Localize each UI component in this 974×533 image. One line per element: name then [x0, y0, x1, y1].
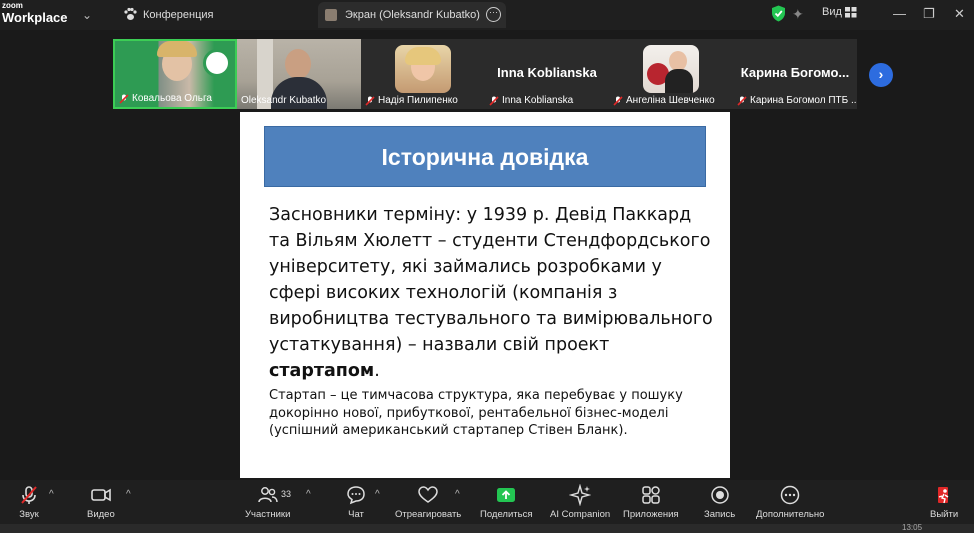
people-icon: [257, 487, 278, 503]
presenter-avatar: [325, 9, 337, 21]
participant-tile[interactable]: Ковальова Ольга: [113, 39, 237, 109]
conference-tab[interactable]: Конференция: [143, 9, 213, 21]
mic-muted-icon: [21, 486, 37, 504]
more-options-icon[interactable]: ···: [486, 7, 501, 22]
screen-tab-label: Экран (Oleksandr Kubatko): [345, 9, 480, 21]
chevron-up-icon[interactable]: ^: [49, 489, 54, 500]
chat-icon: [347, 486, 365, 505]
security-shield-icon[interactable]: [771, 5, 786, 22]
clock: 13:05: [902, 523, 923, 532]
sparkle-icon[interactable]: ✦: [792, 6, 804, 23]
video-camera-icon: [91, 488, 111, 502]
participant-name: Inna Koblianska: [489, 95, 573, 106]
mic-off-icon: [613, 95, 623, 106]
participant-tile[interactable]: Oleksandr Kubatko: [237, 39, 361, 109]
mic-off-icon: [489, 95, 499, 106]
participant-name: Карина Богомол ПТБ ...: [737, 95, 857, 106]
close-icon[interactable]: ✕: [954, 6, 965, 22]
slide-body: Засновники терміну: у 1939 р. Девід Пакк…: [269, 205, 713, 381]
chevron-up-icon[interactable]: ^: [375, 489, 380, 500]
ai-companion-button[interactable]: AI Companion: [550, 484, 610, 520]
participant-tile[interactable]: Ангеліна Шевченко: [609, 39, 733, 109]
sparkle-icon: [569, 484, 592, 506]
participant-tile[interactable]: Надія Пилипенко: [361, 39, 485, 109]
participant-avatar: [395, 45, 451, 93]
grid-view-icon[interactable]: [845, 7, 857, 18]
chat-button[interactable]: Чат: [344, 484, 368, 520]
presentation-slide: Історична довідка Засновники терміну: у …: [240, 112, 730, 478]
participant-hair: [157, 41, 197, 57]
title-bar: zoom Workplace ⌄ Конференция Экран (Olek…: [0, 0, 974, 30]
leave-door-icon: [938, 487, 949, 504]
view-button[interactable]: Вид: [822, 6, 842, 18]
paw-icon: [124, 7, 137, 20]
apps-icon: [642, 486, 660, 504]
heart-icon: [418, 486, 438, 503]
participant-display-name: Inna Koblianska: [497, 65, 597, 80]
share-button[interactable]: Поделиться: [480, 484, 532, 520]
brand-bottom: Workplace: [2, 10, 68, 25]
participant-face: [285, 49, 311, 79]
react-button[interactable]: Отреагировать: [395, 484, 461, 520]
participant-avatar: [643, 45, 699, 93]
mic-off-icon: [737, 95, 747, 106]
participant-name: Надія Пилипенко: [365, 95, 458, 106]
participants-count: 33: [281, 489, 292, 499]
slide-title: Історична довідка: [264, 126, 706, 187]
participant-tile[interactable]: Карина Богомо... Карина Богомол ПТБ ...: [733, 39, 857, 109]
shared-screen-stage: Історична довідка Засновники терміну: у …: [0, 112, 974, 480]
app-logo: zoom Workplace: [2, 1, 68, 25]
screen-share-tab[interactable]: Экран (Oleksandr Kubatko) ···: [318, 2, 506, 28]
more-button[interactable]: Дополнительно: [756, 484, 824, 520]
participant-name: Ковальова Ольга: [119, 93, 212, 104]
chevron-up-icon[interactable]: ^: [306, 489, 311, 500]
more-icon: [780, 485, 800, 505]
chevron-up-icon[interactable]: ^: [126, 489, 131, 500]
record-button[interactable]: Запись: [704, 484, 735, 520]
slide-highlight: стартапом: [269, 361, 375, 381]
restore-icon[interactable]: ❐: [923, 6, 935, 22]
minimize-icon[interactable]: —: [893, 6, 906, 21]
record-icon: [710, 486, 729, 504]
slide-note: Стартап – це тимчасова структура, яка пе…: [269, 388, 683, 438]
share-screen-icon: [497, 488, 516, 502]
meeting-toolbar: Звук ^ Видео ^ Участники 33 ^ Чат ^ Отре…: [0, 480, 974, 524]
audio-button[interactable]: Звук: [17, 484, 41, 520]
participant-display-name: Карина Богомо...: [740, 65, 850, 80]
mic-off-icon: [365, 95, 375, 106]
video-button[interactable]: Видео: [87, 484, 115, 520]
chevron-down-icon[interactable]: ⌄: [82, 8, 92, 22]
os-taskbar: 13:05: [0, 524, 974, 533]
participant-tile[interactable]: Inna Koblianska Inna Koblianska: [485, 39, 609, 109]
logo-icon: [203, 49, 231, 77]
participants-strip: Ковальова Ольга Oleksandr Kubatko Надія …: [0, 30, 974, 112]
brand-top: zoom: [2, 1, 23, 10]
next-page-button[interactable]: ›: [869, 63, 893, 87]
mic-off-icon: [119, 93, 129, 104]
participant-name: Ангеліна Шевченко: [613, 95, 715, 106]
apps-button[interactable]: Приложения: [623, 484, 679, 520]
leave-button[interactable]: Выйти: [930, 484, 958, 520]
chevron-up-icon[interactable]: ^: [455, 489, 460, 500]
participant-name: Oleksandr Kubatko: [241, 95, 327, 106]
